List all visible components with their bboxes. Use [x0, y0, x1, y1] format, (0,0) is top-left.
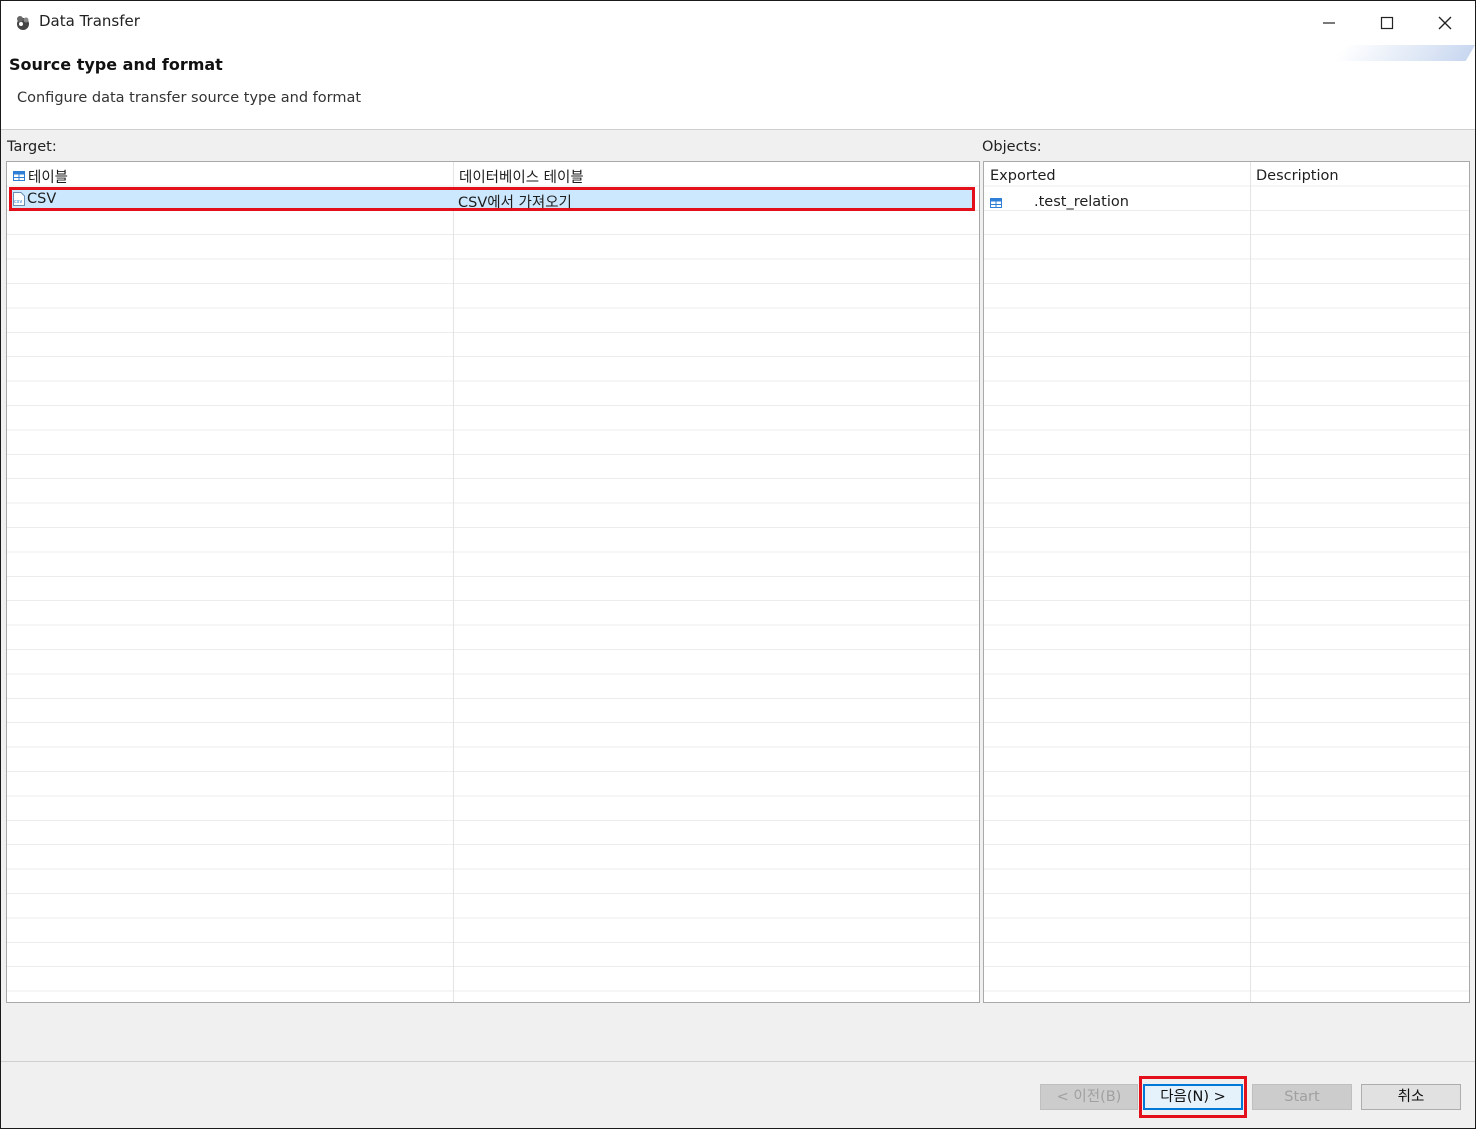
cancel-button[interactable]: 취소 [1361, 1084, 1461, 1110]
target-name: 테이블 [28, 170, 69, 186]
table-icon [990, 196, 1002, 208]
column-divider [453, 162, 454, 1002]
footer-separator [1, 1061, 1475, 1062]
svg-text:csv: csv [14, 199, 22, 205]
column-header-exported[interactable]: Exported [990, 168, 1056, 184]
target-description: CSV에서 가져오기 [458, 195, 572, 211]
objects-table[interactable]: Exported Description .test_relation [983, 161, 1470, 1003]
target-description: 데이터베이스 테이블 [459, 170, 584, 186]
maximize-icon [1380, 16, 1394, 30]
target-table[interactable]: 테이블 데이터베이스 테이블 csv CSV CSV에서 가져오기 [6, 161, 980, 1003]
maximize-button[interactable] [1359, 5, 1415, 41]
target-label: Target: [7, 139, 57, 155]
exported-object-name: .test_relation [1034, 194, 1129, 210]
dbeaver-app-icon [13, 13, 33, 33]
table-icon [13, 169, 25, 181]
header-decoration [1335, 45, 1475, 61]
column-header-description[interactable]: Description [1256, 168, 1339, 184]
close-icon [1438, 16, 1452, 30]
data-transfer-dialog: Data Transfer Source type and format Con… [0, 0, 1476, 1129]
close-button[interactable] [1417, 5, 1473, 41]
back-button[interactable]: < 이전(B) [1040, 1084, 1138, 1110]
csv-file-icon: csv [13, 192, 25, 206]
window-title: Data Transfer [39, 12, 140, 30]
wizard-header: Source type and format Configure data tr… [1, 45, 1475, 130]
objects-label: Objects: [982, 139, 1042, 155]
start-button[interactable]: Start [1252, 1084, 1352, 1110]
column-divider [1250, 162, 1251, 1002]
page-title: Source type and format [9, 55, 223, 74]
title-bar: Data Transfer [1, 1, 1475, 45]
minimize-icon [1323, 22, 1335, 24]
next-button-highlight [1139, 1076, 1247, 1118]
minimize-button[interactable] [1301, 5, 1357, 41]
page-description: Configure data transfer source type and … [17, 90, 362, 106]
target-name: CSV [27, 191, 57, 207]
